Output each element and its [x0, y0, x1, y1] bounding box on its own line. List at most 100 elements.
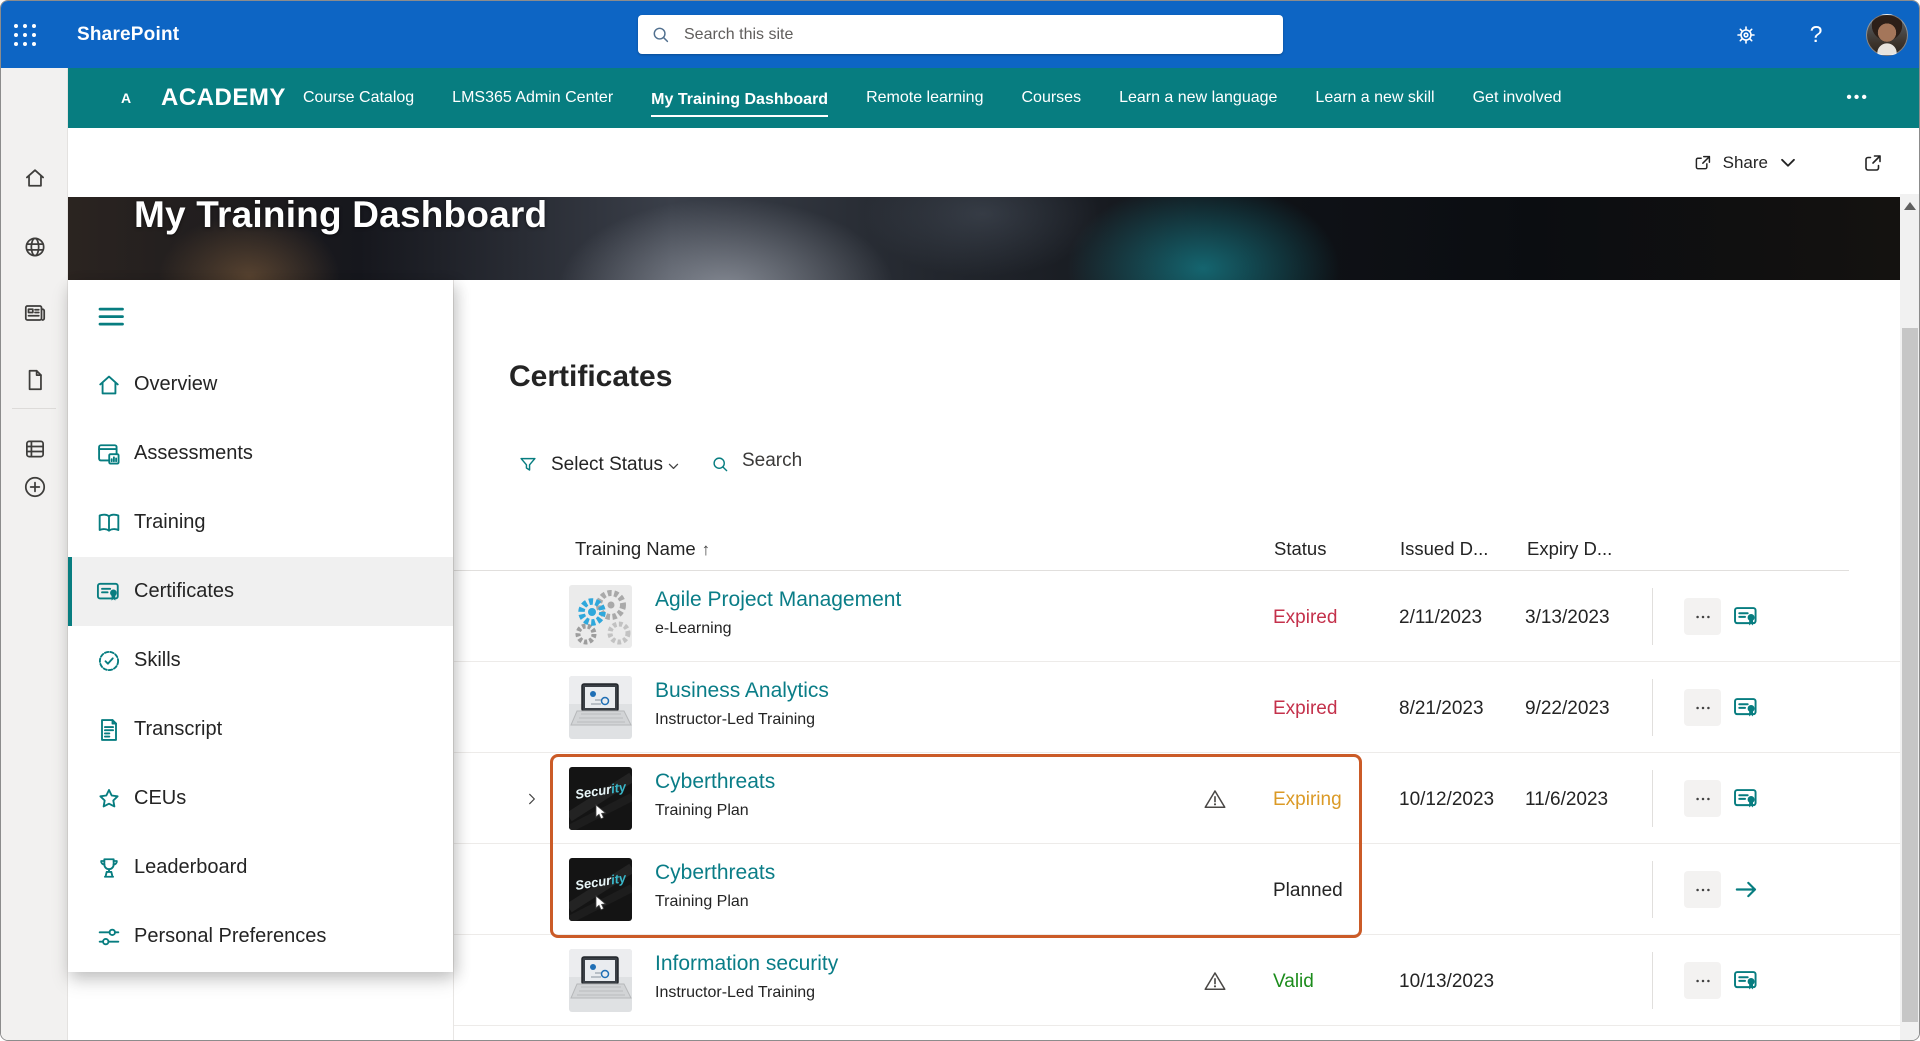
sidebar-item-personal-preferences[interactable]: Personal Preferences: [68, 902, 453, 971]
table-search-icon: [710, 454, 731, 475]
sidebar-item-overview[interactable]: Overview: [68, 350, 453, 419]
certificate-icon: [1732, 966, 1761, 995]
certificate-icon: [1732, 693, 1761, 722]
status-label: Valid: [1273, 971, 1314, 993]
nav-item-course-catalog[interactable]: Course Catalog: [303, 85, 414, 111]
waffle-icon: [14, 24, 36, 46]
leaderboard-icon: [95, 854, 123, 882]
rail-document-button[interactable]: [1, 356, 68, 404]
view-certificate-button[interactable]: [1732, 784, 1761, 813]
certificate-icon: [1732, 784, 1761, 813]
column-header-training-name[interactable]: Training Name↑: [575, 538, 710, 560]
training-link[interactable]: Agile Project Management: [655, 588, 901, 612]
expiry-date: 9/22/2023: [1525, 698, 1610, 720]
expand-row-chevron[interactable]: [524, 791, 540, 807]
nav-item-learn-a-new-language[interactable]: Learn a new language: [1119, 85, 1277, 111]
sidebar-item-skills[interactable]: Skills: [68, 626, 453, 695]
training-link[interactable]: Information security: [655, 952, 838, 976]
dashboard-side-menu: Overview Assessments TrainingCertificatesS…: [68, 280, 453, 972]
rail-home-button[interactable]: [1, 154, 68, 202]
training-link[interactable]: Business Analytics: [655, 679, 829, 703]
site-search-box[interactable]: [638, 15, 1283, 54]
help-button[interactable]: ?: [1796, 15, 1836, 55]
certificates-panel: Certificates Select Status Training Name…: [453, 280, 1900, 1041]
rail-add-button[interactable]: [1, 463, 68, 511]
app-title[interactable]: SharePoint: [77, 24, 179, 46]
training-name-block: Agile Project Managemente-Learning: [655, 588, 901, 638]
vertical-scrollbar[interactable]: [1900, 194, 1920, 1041]
rail-divider: [12, 408, 56, 409]
more-actions-button[interactable]: [1684, 689, 1721, 726]
expand-button[interactable]: [1861, 151, 1885, 175]
hero-banner: My Training Dashboard: [66, 197, 1900, 281]
menu-toggle-button[interactable]: [95, 301, 125, 331]
sidebar-item-certificates[interactable]: Certificates: [68, 557, 453, 626]
rail-news-button[interactable]: [1, 289, 68, 337]
news-icon: [22, 300, 48, 326]
chevron-down-icon[interactable]: [666, 459, 681, 474]
search-input[interactable]: [684, 26, 1271, 44]
certificate-icon: [95, 578, 123, 606]
sidebar-item-assessments[interactable]: Assessments: [68, 419, 453, 488]
more-actions-button[interactable]: [1684, 598, 1721, 635]
sidebar-item-leaderboard[interactable]: Leaderboard: [68, 833, 453, 902]
column-header-issued-date[interactable]: Issued D...: [1400, 538, 1488, 560]
row-divider: [1652, 679, 1653, 736]
nav-item-courses[interactable]: Courses: [1021, 85, 1081, 111]
nav-item-lms365-admin-center[interactable]: LMS365 Admin Center: [452, 85, 613, 111]
app-launcher-button[interactable]: [1, 1, 49, 68]
view-certificate-button[interactable]: [1732, 602, 1761, 631]
view-certificate-button[interactable]: [1732, 693, 1761, 722]
site-nav-links: Course CatalogLMS365 Admin CenterMy Trai…: [303, 85, 1562, 111]
nav-item-my-training-dashboard[interactable]: My Training Dashboard: [651, 87, 828, 117]
warning-icon: [1202, 968, 1228, 994]
more-actions-button[interactable]: [1684, 871, 1721, 908]
globe-icon: [22, 234, 48, 260]
row-divider: [1652, 770, 1653, 827]
column-header-expiry-date[interactable]: Expiry D...: [1527, 538, 1612, 560]
view-certificate-button[interactable]: [1732, 966, 1761, 995]
training-name-block: CyberthreatsTraining Plan: [655, 770, 775, 820]
training-type-label: Instructor-Led Training: [655, 984, 838, 1002]
column-header-status[interactable]: Status: [1274, 538, 1326, 560]
sidebar-item-label: Assessments: [134, 442, 253, 465]
sidebar-item-transcript[interactable]: Transcript: [68, 695, 453, 764]
table-row: Information security Instructor-Led Train…: [454, 935, 1901, 1026]
certificate-icon: [1732, 602, 1761, 631]
nav-item-learn-a-new-skill[interactable]: Learn a new skill: [1315, 85, 1434, 111]
training-link[interactable]: Cyberthreats: [655, 861, 775, 885]
sidebar-item-label: Leaderboard: [134, 856, 247, 879]
training-icon: [95, 509, 123, 537]
training-link[interactable]: Cyberthreats: [655, 770, 775, 794]
settings-button[interactable]: [1726, 15, 1766, 55]
site-title[interactable]: ACADEMY: [161, 84, 286, 112]
ceus-icon: [95, 785, 123, 813]
training-type-label: Instructor-Led Training: [655, 711, 829, 729]
transcript-icon: [95, 716, 123, 744]
nav-item-remote-learning[interactable]: Remote learning: [866, 85, 983, 111]
more-icon: [1693, 607, 1713, 627]
go-to-training-button[interactable]: [1732, 875, 1761, 904]
scrollbar-up-arrow[interactable]: [1904, 202, 1916, 210]
filter-row: Select Status: [454, 448, 1900, 484]
sidebar-item-training[interactable]: Training: [68, 488, 453, 557]
scrollbar-thumb[interactable]: [1902, 328, 1918, 1022]
row-divider: [1652, 588, 1653, 645]
share-button[interactable]: Share: [1692, 152, 1799, 174]
nav-item-get-involved[interactable]: Get involved: [1473, 85, 1562, 111]
page-title: My Training Dashboard: [134, 197, 547, 236]
status-filter-dropdown[interactable]: Select Status: [551, 454, 663, 476]
account-avatar[interactable]: [1866, 14, 1908, 56]
more-actions-button[interactable]: [1684, 962, 1721, 999]
site-logo[interactable]: A: [121, 90, 131, 106]
filter-icon: [517, 454, 539, 476]
share-icon: [1692, 152, 1714, 174]
sharepoint-window: SharePoint ? A ACADEMY Course Catalog LMS…: [0, 0, 1920, 1041]
home-icon: [22, 165, 48, 191]
more-actions-button[interactable]: [1684, 780, 1721, 817]
training-thumbnail: [569, 585, 632, 648]
table-search-input[interactable]: [742, 450, 892, 472]
nav-overflow-button[interactable]: •••: [1846, 89, 1869, 107]
rail-globe-button[interactable]: [1, 223, 68, 271]
sidebar-item-ceus[interactable]: CEUs: [68, 764, 453, 833]
